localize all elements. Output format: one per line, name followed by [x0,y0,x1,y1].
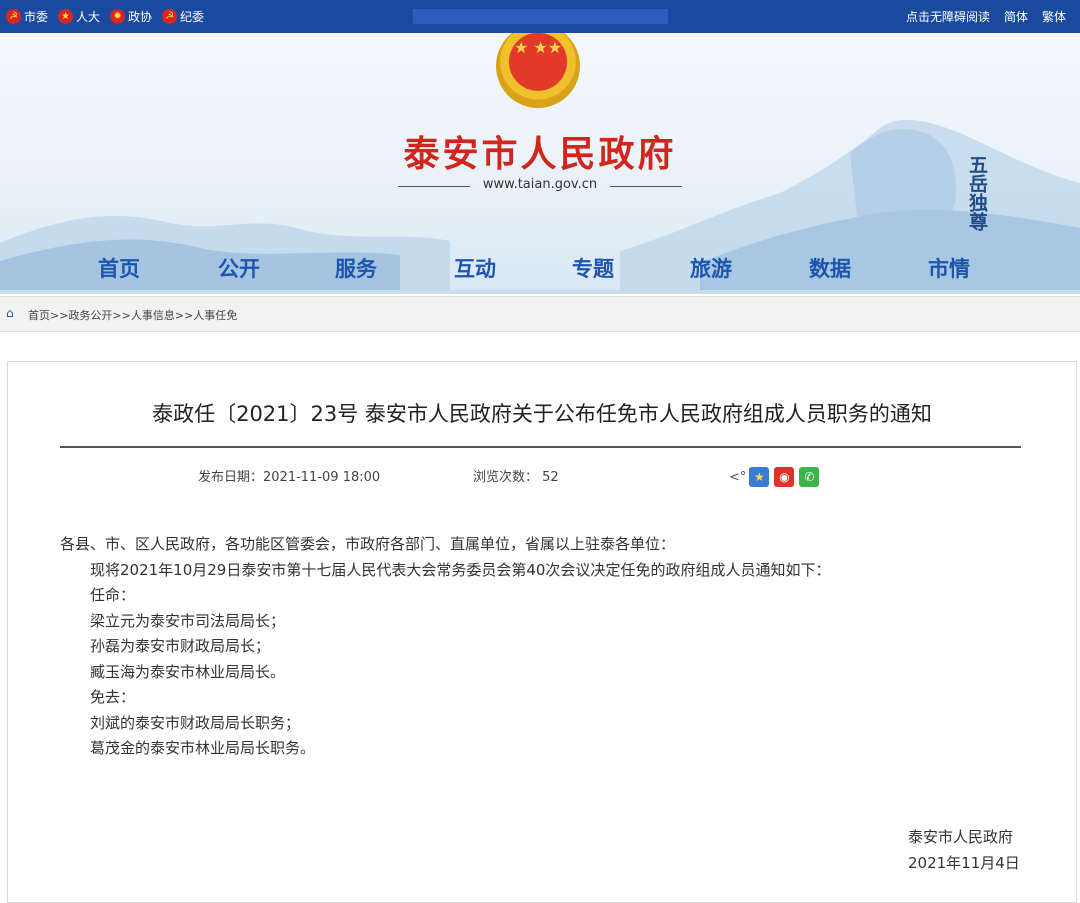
national-emblem-icon: ★ [58,9,74,24]
share-bar: <° ★ ◉ ✆ [729,467,824,487]
nav-city[interactable]: 市情 [928,253,970,283]
signature-org: 泰安市人民政府 [908,828,1014,846]
nav-interact[interactable]: 互动 [454,253,496,283]
nav-tourism[interactable]: 旅游 [690,253,732,283]
top-link-label: 人大 [76,10,101,24]
site-url: www.taian.gov.cn [482,177,598,192]
remove-label: 免去： [90,688,136,706]
divider [610,186,682,187]
appointment-item: 梁立元为泰安市司法局局长； [90,611,286,630]
party-emblem-icon: ☭ [6,9,21,24]
nav-data[interactable]: 数据 [809,253,851,283]
cppcc-emblem-icon: ✹ [110,9,126,24]
nav-service[interactable]: 服务 [335,253,377,283]
share-icon[interactable]: <° [729,470,746,485]
breadcrumb-text[interactable]: 首页>>政务公开>>人事信息>>人事任免 [28,307,237,323]
wechat-share-icon[interactable]: ✆ [799,467,820,487]
top-link-npc[interactable]: ★ 人大 [58,8,100,25]
top-link-label: 政协 [128,10,153,24]
top-tools: 点击无障碍阅读 简体 繁体 [892,0,1066,33]
view-count-label: 浏览次数： [473,470,539,485]
header-banner: ★ ★★ 泰安市人民政府 www.taian.gov.cn 五岳独尊 首页 公开… [0,33,1080,293]
nav-home[interactable]: 首页 [98,253,140,283]
top-link-party[interactable]: ☭ 市委 [6,8,48,25]
home-icon[interactable]: ⌂ [6,306,14,320]
signature-block: 泰安市人民政府 2021年11月4日 [908,824,1020,876]
top-link-label: 市委 [24,10,49,24]
accessibility-link[interactable]: 点击无障碍阅读 [906,8,990,25]
view-count: 浏览次数： 52 [473,466,559,485]
publish-date-value: 2021-11-09 18:00 [263,470,381,485]
top-links: ☭ 市委 ★ 人大 ✹ 政协 ☭ 纪委 [6,0,214,33]
party-emblem-icon: ☭ [162,9,178,24]
main-nav: 首页 公开 服务 互动 专题 旅游 数据 市情 [0,253,1080,293]
removal-item: 刘斌的泰安市财政局局长职务； [90,713,301,732]
appoint-label: 任命： [90,586,136,604]
mountain-calligraphy: 五岳独尊 [966,155,988,231]
article-title: 泰政任〔2021〕23号 泰安市人民政府关于公布任免市人民政府组成人员职务的通知 [152,402,932,426]
simplified-link[interactable]: 简体 [1004,8,1028,25]
appointment-item: 孙磊为泰安市财政局局长； [90,637,271,655]
nav-underline [0,290,1080,294]
top-link-label: 纪委 [180,10,205,24]
breadcrumb: ⌂ 首页>>政务公开>>人事信息>>人事任免 [0,296,1080,332]
article-body: 各县、市、区人民政府，各功能区管委会，市政府各部门、直属单位，省属以上驻泰各单位… [60,532,1020,762]
qzone-share-icon[interactable]: ★ [749,467,770,487]
signature-date: 2021年11月4日 [908,854,1020,872]
redacted-bar [413,9,668,24]
weibo-share-icon[interactable]: ◉ [774,467,795,487]
publish-date: 发布日期：2021-11-09 18:00 [198,466,380,485]
removal-item: 葛茂金的泰安市林业局局长职务。 [90,739,316,757]
top-link-discipline[interactable]: ☭ 纪委 [162,8,204,25]
appointment-item: 臧玉海为泰安市林业局局长。 [90,662,286,681]
nav-open[interactable]: 公开 [218,253,260,283]
title-divider [60,446,1021,448]
view-count-value: 52 [542,470,559,485]
article-panel: 泰政任〔2021〕23号 泰安市人民政府关于公布任免市人民政府组成人员职务的通知… [7,361,1077,903]
site-title: 泰安市人民政府 [403,133,677,175]
top-bar: ☭ 市委 ★ 人大 ✹ 政协 ☭ 纪委 点击无障碍阅读 简体 繁体 [0,0,1080,33]
traditional-link[interactable]: 繁体 [1042,8,1066,25]
top-link-cppcc[interactable]: ✹ 政协 [110,8,152,25]
nav-topics[interactable]: 专题 [572,253,614,283]
salutation: 各县、市、区人民政府，各功能区管委会，市政府各部门、直属单位，省属以上驻泰各单位… [60,535,676,553]
intro-paragraph: 现将2021年10月29日泰安市第十七届人民代表大会常务委员会第40次会议决定任… [90,560,831,579]
publish-date-label: 发布日期： [198,470,264,485]
